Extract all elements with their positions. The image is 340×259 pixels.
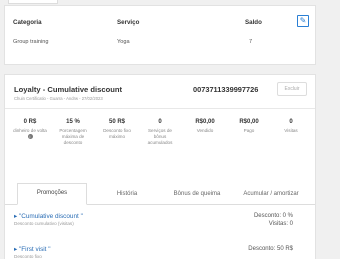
promotion-type: Desconto cumulativo (visitas): [14, 221, 74, 226]
edit-button[interactable]: ✎: [297, 15, 309, 27]
stat-max-fixed: 50 R$ Desconto fixo máximo: [100, 119, 134, 140]
loyalty-subtitle: Chuin Certificatio - Guarra - Andrw - 27…: [14, 96, 103, 101]
tab-burn-bonus[interactable]: Bônus de queima: [165, 184, 229, 205]
promotion-type: Desconto fixo: [14, 254, 42, 259]
service-header: Serviço: [117, 19, 140, 26]
service-balance-card: Categoria Serviço Saldo ✎ Group training…: [4, 5, 316, 65]
balance-header: Saldo: [245, 19, 262, 26]
promotion-name[interactable]: ▸ "First visit ": [14, 245, 51, 253]
stat-label: Serviços de bônus acumulados: [147, 128, 173, 145]
stat-label: Vendido: [196, 128, 214, 133]
stat-label: dinheiro de volta i: [13, 128, 47, 140]
info-icon[interactable]: i: [27, 134, 33, 140]
previous-tab-stub: [8, 0, 58, 4]
stat-value: 0 R$: [23, 119, 37, 125]
promotion-summary: Desconto: 50 R$: [248, 245, 293, 253]
stat-visits: 0 Visitas: [274, 119, 308, 134]
loyalty-card: Loyalty - Cumulative discount Chuin Cert…: [4, 74, 316, 259]
promotion-visits: Visitas: 0: [268, 221, 293, 228]
loyalty-title: Loyalty - Cumulative discount: [14, 85, 123, 94]
stat-label: Desconto fixo máximo: [103, 128, 131, 139]
tab-promotions[interactable]: Promoções: [17, 183, 87, 205]
promotion-name[interactable]: ▸ "Cumulative discount ": [14, 212, 83, 220]
service-value: Yoga: [117, 39, 130, 45]
stat-max-percent: 15 % Porcentagem máxima de desconto: [56, 119, 90, 146]
tab-history[interactable]: História: [105, 184, 149, 205]
stat-sold: R$0,00 Vendido: [188, 119, 222, 134]
stat-value: 15 %: [66, 119, 80, 125]
promotion-item[interactable]: ▸ "First visit " Desconto fixo: [14, 245, 51, 259]
stat-label: Porcentagem máxima de desconto: [59, 128, 87, 145]
stat-cashback: 0 R$ dinheiro de volta i: [13, 119, 47, 140]
pencil-icon: ✎: [299, 16, 307, 25]
promotion-discount: Desconto: 50 R$: [248, 246, 293, 252]
tab-accumulate-amortize[interactable]: Acumular / amortizar: [241, 184, 301, 205]
balance-value: 7: [249, 39, 253, 45]
promotion-item[interactable]: ▸ "Cumulative discount " Desconto cumula…: [14, 212, 83, 226]
stat-label: Pago: [243, 128, 255, 133]
stat-paid: R$0,00 Pago: [232, 119, 266, 134]
category-value: Group training: [13, 39, 49, 45]
promotion-summary: Desconto: 0 % Visitas: 0: [254, 212, 293, 229]
stat-value: 0: [158, 119, 162, 125]
card-code: 0073711339997726: [193, 85, 259, 94]
stat-value: 0: [289, 119, 293, 125]
stat-bonus-services: 0 Serviços de bônus acumulados: [143, 119, 177, 146]
category-header: Categoria: [13, 19, 42, 26]
exclude-button[interactable]: Excluir: [277, 82, 307, 96]
stat-value: R$0,00: [239, 119, 259, 125]
stat-label: Visitas: [284, 128, 298, 133]
stat-value: R$0,00: [195, 119, 215, 125]
stat-value: 50 R$: [108, 119, 125, 125]
divider: [5, 108, 315, 109]
promotion-discount: Desconto: 0 %: [253, 213, 293, 219]
